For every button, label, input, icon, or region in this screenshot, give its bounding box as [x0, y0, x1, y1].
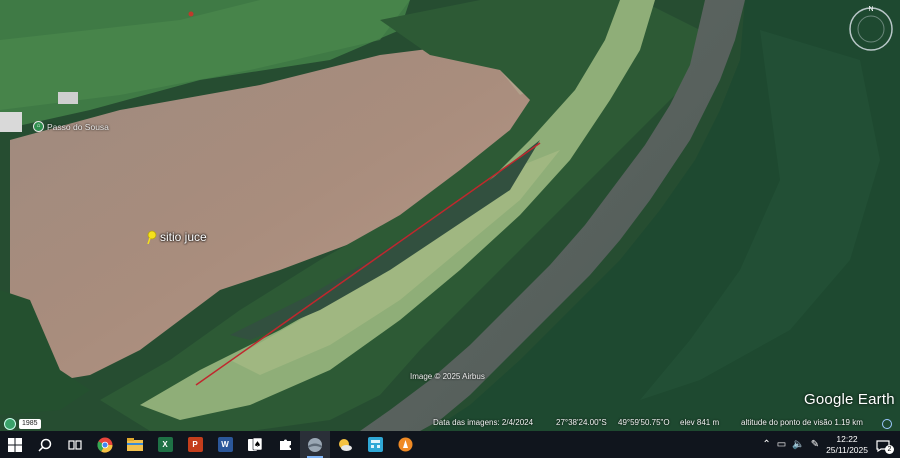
weather-taskbar-button[interactable]	[330, 431, 360, 458]
imagery-credit: Image © 2025 Airbus	[410, 372, 485, 381]
file-explorer-icon	[127, 438, 143, 451]
imagery-date: Data das imagens: 2/4/2024	[433, 418, 534, 427]
clock-date: 25/11/2025	[826, 444, 868, 455]
clock[interactable]: 12:22 25/11/2025	[826, 434, 868, 456]
calculator-app-icon	[367, 437, 383, 452]
solitaire-taskbar-button[interactable]: ♠	[240, 431, 270, 458]
elevation: elev 841 m	[680, 418, 720, 427]
placemark[interactable]: sitio juce	[146, 230, 207, 244]
excel-taskbar-button[interactable]: X	[150, 431, 180, 458]
search-icon	[38, 438, 52, 452]
place-pin-icon: ⌂	[33, 121, 44, 132]
longitude: 49°59'50.75"O	[618, 418, 670, 427]
google-earth-logo: Google Earth	[804, 391, 895, 408]
windows-start-icon	[8, 437, 22, 452]
yellow-pushpin-icon	[147, 230, 157, 244]
powerpoint-icon: P	[187, 437, 203, 452]
calculator-taskbar-button[interactable]	[360, 431, 390, 458]
word-icon: W	[217, 437, 233, 452]
puzzle-icon	[279, 439, 291, 450]
system-tray: ⌃ ▭ 🔈 ✎ 12:22 25/11/2025 2	[759, 431, 900, 458]
chrome-icon	[97, 437, 113, 453]
history-year: 1985	[19, 419, 41, 429]
compass-control[interactable]: N	[846, 2, 896, 52]
word-taskbar-button[interactable]: W	[210, 431, 240, 458]
compass-north-label: N	[868, 6, 873, 13]
vlc-icon	[398, 437, 412, 452]
notification-count: 2	[885, 444, 894, 454]
task-view-icon	[68, 439, 82, 450]
svg-text:♠: ♠	[254, 440, 261, 449]
notification-center-button[interactable]: 2	[876, 439, 894, 454]
status-bar: 1985 Data das imagens: 2/4/2024 27°38'24…	[0, 415, 900, 431]
vlc-taskbar-button[interactable]	[390, 431, 420, 458]
google-earth-taskbar-button[interactable]	[300, 431, 330, 458]
poi-marker[interactable]: ⌂ Passo do Sousa	[33, 121, 109, 132]
network-icon[interactable]: ▭	[777, 439, 786, 450]
puzzle-taskbar-button[interactable]	[270, 431, 300, 458]
placemark-label: sitio juce	[160, 230, 207, 244]
speaker-icon[interactable]: 🔈	[792, 439, 804, 450]
solitaire-icon: ♠	[248, 437, 263, 451]
windows-taskbar: X P W ♠ ⌃ ▭ 🔈 ✎ 12:22 25/11/2025 2	[0, 431, 900, 458]
eye-altitude: altitude do ponto de visão 1.19 km	[741, 418, 863, 427]
pen-icon[interactable]: ✎	[811, 439, 819, 450]
search-button[interactable]	[30, 431, 60, 458]
file-explorer-taskbar-button[interactable]	[120, 431, 150, 458]
start-button[interactable]	[0, 431, 30, 458]
compass-icon: N	[849, 6, 893, 51]
google-earth-icon	[308, 437, 322, 452]
excel-icon: X	[157, 437, 173, 452]
task-view-button[interactable]	[60, 431, 90, 458]
latitude: 27°38'24.00"S	[556, 418, 607, 427]
chevron-up-icon[interactable]: ⌃	[762, 439, 770, 450]
streaming-progress-icon	[882, 419, 892, 429]
chrome-taskbar-button[interactable]	[90, 431, 120, 458]
historical-imagery-icon	[4, 418, 16, 430]
poi-label: Passo do Sousa	[47, 121, 109, 132]
historical-imagery-button[interactable]: 1985	[4, 418, 41, 430]
powerpoint-taskbar-button[interactable]: P	[180, 431, 210, 458]
weather-icon	[339, 438, 352, 451]
satellite-imagery	[0, 0, 900, 431]
clock-time: 12:22	[836, 433, 858, 444]
satellite-map[interactable]: N ⌂ Passo do Sousa sitio juce Image © 20…	[0, 0, 900, 431]
